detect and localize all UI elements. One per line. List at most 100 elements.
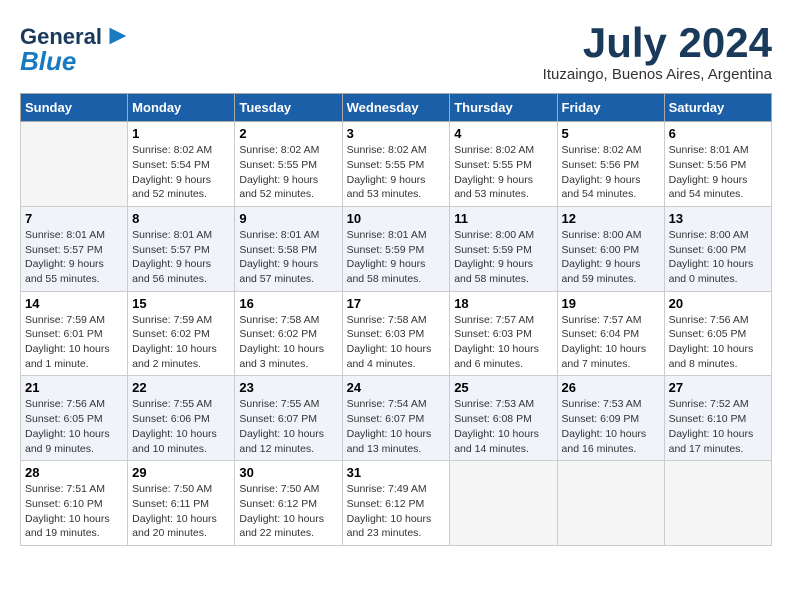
logo: General► Blue <box>20 20 132 75</box>
calendar-header-wednesday: Wednesday <box>342 94 450 122</box>
calendar-cell: 5Sunrise: 8:02 AM Sunset: 5:56 PM Daylig… <box>557 122 664 207</box>
calendar-cell: 8 Sunrise: 8:01 AM Sunset: 5:57 PM Daylig… <box>128 206 235 291</box>
calendar-cell: 19 Sunrise: 7:57 AM Sunset: 6:04 PM Dayli… <box>557 291 664 376</box>
calendar-cell: 17Sunrise: 7:58 AM Sunset: 6:03 PM Dayli… <box>342 291 450 376</box>
day-number: 10 <box>347 211 446 226</box>
logo-blue: Blue <box>20 47 76 76</box>
day-number: 28 <box>25 465 123 480</box>
month-title: July 2024 <box>543 20 772 66</box>
calendar-cell: 16Sunrise: 7:58 AM Sunset: 6:02 PM Dayli… <box>235 291 342 376</box>
calendar-cell: 26Sunrise: 7:53 AM Sunset: 6:09 PM Dayli… <box>557 376 664 461</box>
day-number: 26 <box>562 380 660 395</box>
calendar-header-sunday: Sunday <box>21 94 128 122</box>
day-number: 11 <box>454 211 552 226</box>
calendar-cell: 31 Sunrise: 7:49 AM Sunset: 6:12 PM Dayli… <box>342 461 450 546</box>
day-info: Sunrise: 8:01 AM Sunset: 5:56 PM Dayligh… <box>669 143 767 202</box>
calendar-cell: 11 Sunrise: 8:00 AM Sunset: 5:59 PM Dayli… <box>450 206 557 291</box>
calendar-header-friday: Friday <box>557 94 664 122</box>
day-number: 8 <box>132 211 230 226</box>
calendar-cell: 15Sunrise: 7:59 AM Sunset: 6:02 PM Dayli… <box>128 291 235 376</box>
calendar-header-saturday: Saturday <box>664 94 771 122</box>
calendar-cell: 25 Sunrise: 7:53 AM Sunset: 6:08 PM Dayli… <box>450 376 557 461</box>
calendar-cell: 2 Sunrise: 8:02 AM Sunset: 5:55 PM Daylig… <box>235 122 342 207</box>
day-info: Sunrise: 7:51 AM Sunset: 6:10 PM Dayligh… <box>25 482 123 541</box>
day-info: Sunrise: 7:50 AM Sunset: 6:11 PM Dayligh… <box>132 482 230 541</box>
day-info: Sunrise: 8:00 AM Sunset: 5:59 PM Dayligh… <box>454 228 552 287</box>
day-info: Sunrise: 7:57 AM Sunset: 6:04 PM Dayligh… <box>562 313 660 372</box>
calendar-cell: 24 Sunrise: 7:54 AM Sunset: 6:07 PM Dayli… <box>342 376 450 461</box>
day-number: 18 <box>454 296 552 311</box>
calendar-week-row: 21 Sunrise: 7:56 AM Sunset: 6:05 PM Dayli… <box>21 376 772 461</box>
calendar-header-monday: Monday <box>128 94 235 122</box>
day-number: 21 <box>25 380 123 395</box>
day-number: 20 <box>669 296 767 311</box>
day-info: Sunrise: 7:55 AM Sunset: 6:07 PM Dayligh… <box>239 397 337 456</box>
day-info: Sunrise: 8:01 AM Sunset: 5:57 PM Dayligh… <box>132 228 230 287</box>
day-info: Sunrise: 7:54 AM Sunset: 6:07 PM Dayligh… <box>347 397 446 456</box>
calendar-cell: 7Sunrise: 8:01 AM Sunset: 5:57 PM Daylig… <box>21 206 128 291</box>
calendar-cell: 14Sunrise: 7:59 AM Sunset: 6:01 PM Dayli… <box>21 291 128 376</box>
day-number: 31 <box>347 465 446 480</box>
day-number: 1 <box>132 126 230 141</box>
day-info: Sunrise: 7:50 AM Sunset: 6:12 PM Dayligh… <box>239 482 337 541</box>
day-number: 4 <box>454 126 552 141</box>
day-info: Sunrise: 8:02 AM Sunset: 5:55 PM Dayligh… <box>239 143 337 202</box>
calendar-cell <box>664 461 771 546</box>
location: Ituzaingo, Buenos Aires, Argentina <box>543 66 772 83</box>
calendar-week-row: 14Sunrise: 7:59 AM Sunset: 6:01 PM Dayli… <box>21 291 772 376</box>
day-number: 19 <box>562 296 660 311</box>
day-number: 13 <box>669 211 767 226</box>
page-header: General► Blue July 2024 Ituzaingo, Bueno… <box>20 20 772 83</box>
day-number: 9 <box>239 211 337 226</box>
day-number: 29 <box>132 465 230 480</box>
calendar-week-row: 1 Sunrise: 8:02 AM Sunset: 5:54 PM Daylig… <box>21 122 772 207</box>
calendar-cell: 28 Sunrise: 7:51 AM Sunset: 6:10 PM Dayli… <box>21 461 128 546</box>
day-info: Sunrise: 8:01 AM Sunset: 5:59 PM Dayligh… <box>347 228 446 287</box>
calendar-header-row: SundayMondayTuesdayWednesdayThursdayFrid… <box>21 94 772 122</box>
day-info: Sunrise: 7:49 AM Sunset: 6:12 PM Dayligh… <box>347 482 446 541</box>
calendar-cell: 4Sunrise: 8:02 AM Sunset: 5:55 PM Daylig… <box>450 122 557 207</box>
day-info: Sunrise: 8:01 AM Sunset: 5:58 PM Dayligh… <box>239 228 337 287</box>
calendar-cell: 9 Sunrise: 8:01 AM Sunset: 5:58 PM Daylig… <box>235 206 342 291</box>
calendar-cell <box>21 122 128 207</box>
day-number: 24 <box>347 380 446 395</box>
calendar-week-row: 7Sunrise: 8:01 AM Sunset: 5:57 PM Daylig… <box>21 206 772 291</box>
day-number: 17 <box>347 296 446 311</box>
calendar-cell: 13 Sunrise: 8:00 AM Sunset: 6:00 PM Dayli… <box>664 206 771 291</box>
day-info: Sunrise: 7:53 AM Sunset: 6:08 PM Dayligh… <box>454 397 552 456</box>
day-info: Sunrise: 7:55 AM Sunset: 6:06 PM Dayligh… <box>132 397 230 456</box>
calendar-cell: 30 Sunrise: 7:50 AM Sunset: 6:12 PM Dayli… <box>235 461 342 546</box>
calendar-cell: 23Sunrise: 7:55 AM Sunset: 6:07 PM Dayli… <box>235 376 342 461</box>
calendar-week-row: 28 Sunrise: 7:51 AM Sunset: 6:10 PM Dayli… <box>21 461 772 546</box>
day-info: Sunrise: 7:56 AM Sunset: 6:05 PM Dayligh… <box>25 397 123 456</box>
calendar-header-tuesday: Tuesday <box>235 94 342 122</box>
day-info: Sunrise: 8:02 AM Sunset: 5:55 PM Dayligh… <box>347 143 446 202</box>
day-info: Sunrise: 7:59 AM Sunset: 6:02 PM Dayligh… <box>132 313 230 372</box>
day-info: Sunrise: 8:00 AM Sunset: 6:00 PM Dayligh… <box>669 228 767 287</box>
day-info: Sunrise: 7:58 AM Sunset: 6:02 PM Dayligh… <box>239 313 337 372</box>
calendar-header-thursday: Thursday <box>450 94 557 122</box>
day-number: 30 <box>239 465 337 480</box>
day-number: 2 <box>239 126 337 141</box>
calendar-cell: 18Sunrise: 7:57 AM Sunset: 6:03 PM Dayli… <box>450 291 557 376</box>
day-number: 5 <box>562 126 660 141</box>
day-number: 12 <box>562 211 660 226</box>
day-number: 22 <box>132 380 230 395</box>
day-info: Sunrise: 8:02 AM Sunset: 5:54 PM Dayligh… <box>132 143 230 202</box>
calendar-cell: 20 Sunrise: 7:56 AM Sunset: 6:05 PM Dayli… <box>664 291 771 376</box>
calendar-cell <box>557 461 664 546</box>
calendar-cell: 29 Sunrise: 7:50 AM Sunset: 6:11 PM Dayli… <box>128 461 235 546</box>
day-info: Sunrise: 7:56 AM Sunset: 6:05 PM Dayligh… <box>669 313 767 372</box>
day-info: Sunrise: 7:52 AM Sunset: 6:10 PM Dayligh… <box>669 397 767 456</box>
calendar-cell: 1 Sunrise: 8:02 AM Sunset: 5:54 PM Daylig… <box>128 122 235 207</box>
calendar-cell: 12Sunrise: 8:00 AM Sunset: 6:00 PM Dayli… <box>557 206 664 291</box>
calendar-cell: 22 Sunrise: 7:55 AM Sunset: 6:06 PM Dayli… <box>128 376 235 461</box>
calendar-cell: 27 Sunrise: 7:52 AM Sunset: 6:10 PM Dayli… <box>664 376 771 461</box>
calendar-cell: 21 Sunrise: 7:56 AM Sunset: 6:05 PM Dayli… <box>21 376 128 461</box>
day-number: 27 <box>669 380 767 395</box>
day-number: 25 <box>454 380 552 395</box>
day-info: Sunrise: 7:59 AM Sunset: 6:01 PM Dayligh… <box>25 313 123 372</box>
day-info: Sunrise: 8:01 AM Sunset: 5:57 PM Dayligh… <box>25 228 123 287</box>
day-number: 3 <box>347 126 446 141</box>
calendar-cell <box>450 461 557 546</box>
